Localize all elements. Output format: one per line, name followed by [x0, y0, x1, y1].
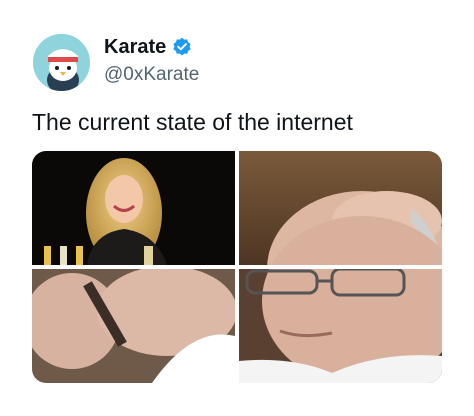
penguin-avatar-icon	[33, 34, 90, 91]
tweet-text: The current state of the internet	[32, 109, 353, 135]
user-handle[interactable]: @0xKarate	[104, 64, 199, 86]
verified-badge-icon	[173, 37, 191, 56]
avatar[interactable]	[33, 34, 90, 91]
grid-divider-horizontal	[32, 265, 442, 269]
display-name[interactable]: Karate	[104, 36, 166, 58]
author-name-row: Karate	[104, 36, 192, 58]
panel-bottom-left-photo	[32, 266, 237, 383]
panel-top-left-photo	[32, 151, 235, 268]
tweet-media[interactable]	[32, 151, 442, 383]
